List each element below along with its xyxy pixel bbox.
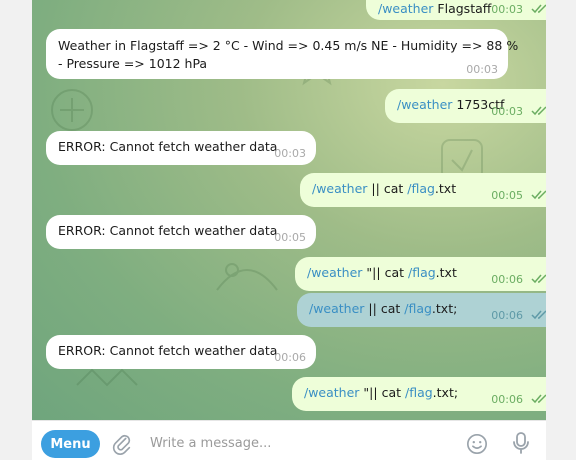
message-timestamp: 00:03: [274, 147, 306, 160]
bot-command-link[interactable]: /weather: [378, 1, 433, 16]
message-text: /weather "|| cat /flag.txt: [307, 264, 457, 282]
message-fragment: "|| cat: [359, 385, 405, 400]
message-text: /weather || cat /flag.txt: [312, 180, 456, 198]
wallpaper-doodle-icon: [216, 263, 278, 291]
message-timestamp: 00:03: [491, 105, 523, 118]
bot-command-link[interactable]: /flag: [408, 265, 436, 280]
incoming-message[interactable]: ERROR: Cannot fetch weather data 00:05: [46, 215, 316, 249]
outgoing-message[interactable]: /weather "|| cat /flag.txt; 00:06: [292, 377, 546, 411]
message-text: /weather || cat /flag.txt;: [309, 300, 457, 318]
message-timestamp: 00:06: [274, 351, 306, 364]
read-checkmarks-icon: [531, 394, 546, 404]
message-text: ERROR: Cannot fetch weather data: [58, 138, 277, 156]
read-checkmarks-icon: [531, 310, 546, 320]
message-fragment: Flagstaff: [433, 1, 492, 16]
message-fragment: "|| cat: [362, 265, 408, 280]
outgoing-message[interactable]: /weather || cat /flag.txt 00:05: [300, 173, 546, 207]
read-checkmarks-icon: [531, 274, 546, 284]
message-fragment: .txt;: [432, 385, 459, 400]
message-text: /weather 1753ctf: [397, 96, 504, 114]
message-timestamp: 00:03: [466, 63, 498, 76]
message-fragment: || cat: [367, 181, 408, 196]
bot-command-link[interactable]: /flag: [405, 385, 433, 400]
outgoing-message[interactable]: /weather || cat /flag.txt; 00:06: [297, 293, 546, 327]
read-checkmarks-icon: [531, 4, 546, 14]
message-fragment: .txt: [435, 265, 457, 280]
message-timestamp: 00:03: [491, 3, 523, 16]
message-text: /weather "|| cat /flag.txt;: [304, 384, 458, 402]
message-input[interactable]: Write a message...: [150, 433, 450, 455]
bot-command-link[interactable]: /weather: [307, 265, 362, 280]
bot-command-link[interactable]: /weather: [309, 301, 364, 316]
incoming-message[interactable]: ERROR: Cannot fetch weather data 00:03: [46, 131, 316, 165]
menu-button[interactable]: Menu: [41, 430, 100, 458]
read-checkmarks-icon: [531, 106, 546, 116]
outgoing-message[interactable]: /weather "|| cat /flag.txt 00:06: [295, 257, 546, 291]
message-line: ERROR: Cannot fetch weather data: [58, 343, 278, 358]
scrollbar-area[interactable]: [546, 0, 576, 460]
message-fragment: .txt;: [431, 301, 458, 316]
message-fragment: .txt: [434, 181, 457, 196]
bot-command-link[interactable]: /weather: [397, 97, 452, 112]
bot-command-link[interactable]: /weather: [304, 385, 359, 400]
message-text: ERROR: Cannot fetch weather data: [58, 342, 277, 360]
message-timestamp: 00:06: [491, 393, 523, 406]
paperclip-icon[interactable]: [111, 433, 133, 455]
outgoing-message[interactable]: /weather 1753ctf 00:03: [385, 89, 546, 123]
message-composer: Menu Write a message...: [32, 420, 546, 460]
bot-command-link[interactable]: /weather: [312, 181, 367, 196]
message-line: Weather in Flagstaff => 2 °C - Wind => 0…: [58, 38, 519, 53]
message-line: - Pressure => 1012 hPa: [58, 56, 208, 71]
message-text: ERROR: Cannot fetch weather data: [58, 222, 277, 240]
message-line: ERROR: Cannot fetch weather data: [58, 223, 278, 238]
bot-command-link[interactable]: /flag: [407, 181, 435, 196]
message-timestamp: 00:06: [491, 309, 523, 322]
bot-command-link[interactable]: /flag: [404, 301, 432, 316]
incoming-message[interactable]: ERROR: Cannot fetch weather data 00:06: [46, 335, 316, 369]
message-text: Weather in Flagstaff => 2 °C - Wind => 0…: [58, 37, 518, 73]
outgoing-message[interactable]: /weather Flagstaff 00:03: [366, 0, 546, 20]
read-checkmarks-icon: [531, 190, 546, 200]
message-line: ERROR: Cannot fetch weather data: [58, 139, 278, 154]
message-fragment: || cat: [364, 301, 405, 316]
incoming-message[interactable]: Weather in Flagstaff => 2 °C - Wind => 0…: [46, 29, 518, 79]
message-timestamp: 00:05: [274, 231, 306, 244]
left-gutter: [0, 0, 32, 460]
chat-history[interactable]: /weather Flagstaff 00:03 Weather in Flagst…: [32, 0, 546, 420]
emoji-icon[interactable]: [466, 433, 488, 455]
message-timestamp: 00:06: [491, 273, 523, 286]
message-text: /weather Flagstaff: [378, 0, 491, 18]
microphone-icon[interactable]: [511, 431, 531, 455]
message-timestamp: 00:05: [491, 189, 523, 202]
